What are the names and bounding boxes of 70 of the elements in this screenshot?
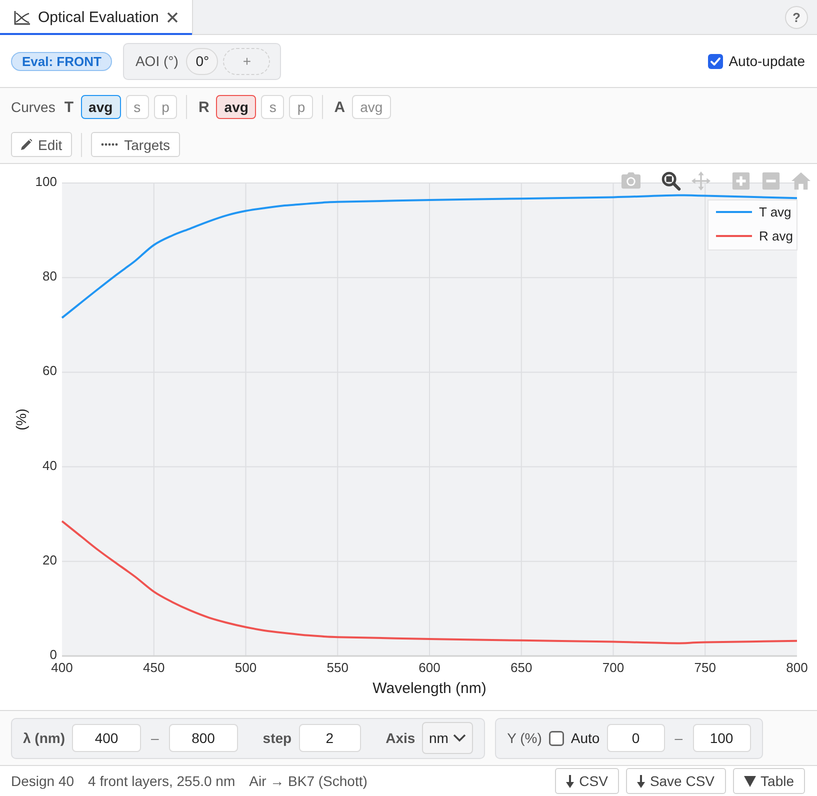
tab[interactable]: Optical Evaluation [0, 0, 193, 35]
axis-tick-label: 20 [42, 552, 57, 568]
field-label: λ (nm) [23, 730, 65, 746]
chevron-down-icon [453, 734, 466, 742]
download-button[interactable]: CSV [555, 768, 619, 794]
angle-chip[interactable]: 0° [186, 48, 218, 74]
input-field[interactable]: 2 [298, 724, 361, 752]
unit-select[interactable]: nm [422, 722, 474, 754]
axis-tick-label: 550 [326, 660, 348, 675]
axis-tick-label: 100 [35, 174, 57, 189]
eval-badge: Eval: FRONT [11, 52, 112, 70]
axis-tick-label: 60 [42, 363, 57, 378]
input-field[interactable]: 100 [692, 724, 751, 752]
arrow-down-icon [566, 774, 574, 788]
checkbox[interactable] [548, 730, 564, 746]
axis-title: Wavelength (nm) [372, 680, 486, 697]
axis-title: (%) [13, 408, 29, 430]
input-field[interactable]: 400 [72, 724, 141, 752]
edit-button[interactable]: Edit [11, 132, 72, 157]
checkbox[interactable] [708, 54, 723, 68]
close-icon[interactable] [167, 12, 178, 23]
magnifier-icon[interactable] [661, 171, 681, 191]
axis-tick-label: 450 [143, 660, 165, 675]
camera-icon[interactable] [621, 171, 641, 191]
input-field[interactable]: 0 [606, 724, 665, 752]
chart-icon [14, 10, 30, 24]
status-text: 4 front layers, 255.0 nm [88, 773, 236, 789]
status-text: Air → BK7 (Schott) [249, 773, 368, 789]
legend-label: T avg [759, 204, 792, 220]
axis-tick-label: 400 [51, 660, 73, 675]
move-arrows-icon[interactable] [691, 171, 711, 191]
toggle-button[interactable]: avg [216, 95, 256, 119]
help-button[interactable]: ? [785, 6, 808, 28]
targets-button[interactable]: Targets [91, 132, 180, 157]
axis-tick-label: 750 [694, 660, 716, 675]
range-separator: – [674, 730, 683, 746]
axis-tick-label: 650 [510, 660, 532, 675]
field-label: Y (%) [507, 730, 542, 746]
table-toggle-button[interactable]: Table [732, 768, 805, 794]
legend-label: R avg [759, 228, 793, 244]
group-label: T [64, 98, 74, 116]
range-separator: – [151, 730, 159, 746]
group-label: A [334, 98, 346, 116]
field-label: Axis [386, 730, 416, 746]
plus-icon[interactable] [731, 171, 751, 191]
checkbox-label[interactable]: Auto-update [728, 53, 805, 69]
dotted-line-icon [101, 143, 118, 146]
input-field[interactable]: 800 [168, 724, 238, 752]
status-text: Design 40 [11, 773, 74, 789]
axis-tick-label: 600 [418, 660, 440, 675]
pencil-icon [21, 139, 32, 150]
section-label: Curves [11, 99, 56, 115]
aoi-label: AOI (°) [135, 53, 178, 69]
group-label: R [198, 98, 210, 116]
toggle-button[interactable]: avg [80, 95, 121, 119]
axis-tick-label: 40 [42, 458, 57, 473]
home-icon[interactable] [791, 171, 811, 191]
axis-tick-label: 800 [786, 660, 808, 675]
arrow-down-icon [636, 774, 645, 788]
download-button[interactable]: Save CSV [626, 768, 726, 794]
axis-tick-label: 0 [50, 647, 57, 662]
line-sample-icon [716, 211, 752, 213]
line-sample-icon [716, 235, 752, 237]
minus-icon[interactable] [761, 171, 781, 191]
checkbox-label[interactable]: Auto [570, 730, 600, 746]
field-label: step [262, 730, 292, 746]
caret-down-icon [744, 776, 756, 786]
axis-tick-label: 700 [602, 660, 624, 675]
axis-tick-label: 80 [42, 268, 57, 284]
axis-tick-label: 500 [234, 660, 257, 675]
